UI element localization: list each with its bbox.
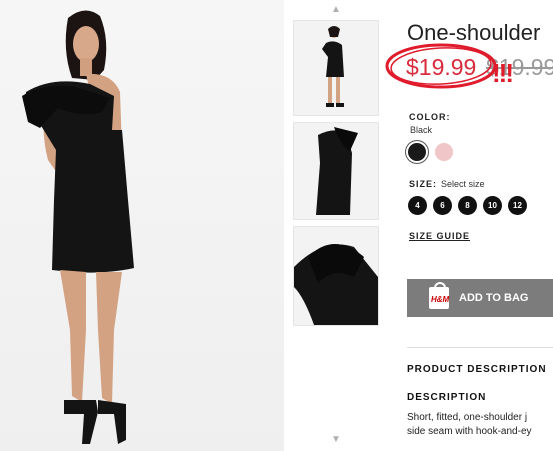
add-to-bag-button[interactable]: H&M ADD TO BAG [407, 279, 553, 317]
size-guide-link[interactable]: SIZE GUIDE [409, 231, 470, 241]
annotation-exclamation: !!! [492, 58, 514, 88]
product-title: One-shoulder [407, 20, 541, 45]
color-swatch-black[interactable] [408, 143, 426, 161]
product-info: One-shoulder $19.99 $19.99 COLOR: Black … [404, 0, 553, 451]
size-option-8[interactable]: 8 [458, 196, 477, 215]
chevron-down-icon[interactable]: ▼ [288, 434, 384, 446]
size-hint: Select size [441, 179, 485, 189]
size-option-10[interactable]: 10 [483, 196, 502, 215]
add-to-bag-label: ADD TO BAG [459, 292, 529, 304]
shopping-bag-icon: H&M [429, 282, 450, 309]
thumbnail-strip: ▲ ▼ [288, 0, 384, 451]
product-description-title[interactable]: PRODUCT DESCRIPTION [407, 364, 547, 375]
description-heading: DESCRIPTION [407, 392, 487, 403]
size-label: SIZE: [409, 179, 438, 189]
size-option-4[interactable]: 4 [408, 196, 427, 215]
size-option-12[interactable]: 12 [508, 196, 527, 215]
description-text: Short, fitted, one-shoulder j side seam … [407, 411, 553, 439]
bag-logo-text: H&M [431, 295, 450, 304]
chevron-up-icon[interactable]: ▲ [288, 4, 384, 16]
main-product-image[interactable] [0, 0, 284, 451]
description-line-1: Short, fitted, one-shoulder j [407, 412, 528, 423]
color-swatch-pink[interactable] [435, 143, 453, 161]
thumbnail-dress-flat[interactable] [293, 122, 379, 220]
description-line-2: side seam with hook-and-ey [407, 426, 532, 437]
section-divider [407, 347, 553, 348]
size-option-6[interactable]: 6 [433, 196, 452, 215]
sale-price: $19.99 [406, 54, 477, 80]
color-label: COLOR: [409, 112, 451, 122]
thumbnail-ruffle-detail[interactable] [293, 226, 379, 326]
color-selected-value: Black [410, 125, 433, 135]
thumbnail-full-body[interactable] [293, 20, 379, 116]
